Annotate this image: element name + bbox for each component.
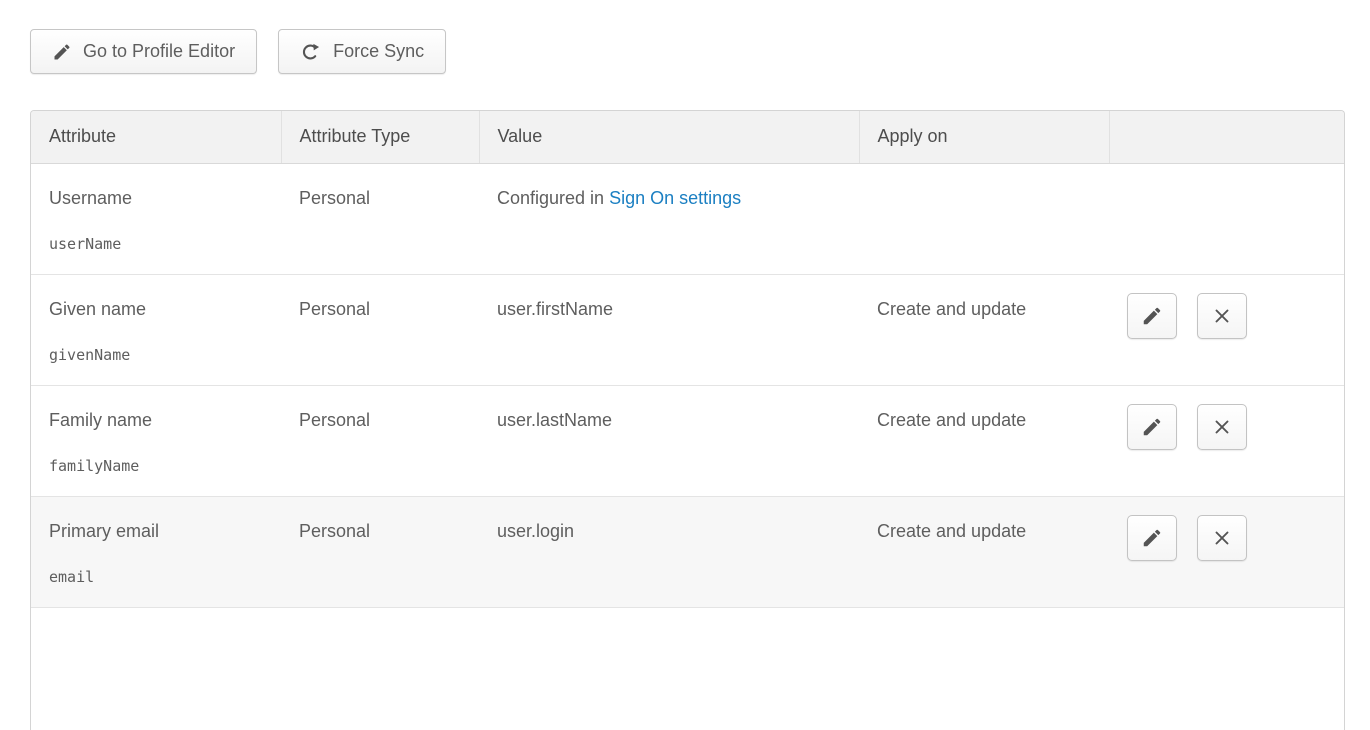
attribute-label: Family name <box>49 410 269 431</box>
table-row-username: Username userName Personal Configured in… <box>31 163 1345 274</box>
go-to-profile-editor-label: Go to Profile Editor <box>83 41 235 62</box>
x-icon <box>1211 527 1233 549</box>
apply-on-cell: Create and update <box>859 385 1109 496</box>
attribute-variable: userName <box>49 235 269 253</box>
attribute-mapping-table: Attribute Attribute Type Value Apply on … <box>30 110 1345 730</box>
apply-on-cell: Create and update <box>859 496 1109 607</box>
attribute-variable: givenName <box>49 346 269 364</box>
attribute-variable: familyName <box>49 457 269 475</box>
apply-on-cell: Create and update <box>859 274 1109 385</box>
attribute-type-cell: Personal <box>281 496 479 607</box>
table-row-given-name: Given name givenName Personal user.first… <box>31 274 1345 385</box>
column-header-attribute: Attribute <box>31 111 281 163</box>
edit-mapping-button[interactable] <box>1127 515 1177 561</box>
attribute-variable: email <box>49 568 269 586</box>
table-row-family-name: Family name familyName Personal user.las… <box>31 385 1345 496</box>
column-header-attribute-type: Attribute Type <box>281 111 479 163</box>
edit-mapping-button[interactable] <box>1127 293 1177 339</box>
x-icon <box>1211 305 1233 327</box>
column-header-apply-on: Apply on <box>859 111 1109 163</box>
attribute-label: Primary email <box>49 521 269 542</box>
x-icon <box>1211 416 1233 438</box>
pencil-icon <box>1141 305 1163 327</box>
column-header-actions <box>1109 111 1345 163</box>
go-to-profile-editor-button[interactable]: Go to Profile Editor <box>30 29 257 74</box>
force-sync-label: Force Sync <box>333 41 424 62</box>
delete-mapping-button[interactable] <box>1197 293 1247 339</box>
table-header-row: Attribute Attribute Type Value Apply on <box>31 111 1345 163</box>
attribute-type-cell: Personal <box>281 274 479 385</box>
value-cell: user.login <box>479 496 859 607</box>
pencil-icon <box>1141 527 1163 549</box>
force-sync-button[interactable]: Force Sync <box>278 29 446 74</box>
value-cell: Configured in Sign On settings <box>479 163 859 274</box>
refresh-icon <box>300 41 322 63</box>
edit-mapping-button[interactable] <box>1127 404 1177 450</box>
table-row-partial <box>31 607 1345 707</box>
attribute-type-cell: Personal <box>281 163 479 274</box>
delete-mapping-button[interactable] <box>1197 515 1247 561</box>
table-row-primary-email: Primary email email Personal user.login … <box>31 496 1345 607</box>
value-cell: user.lastName <box>479 385 859 496</box>
attribute-type-cell: Personal <box>281 385 479 496</box>
attribute-label: Username <box>49 188 269 209</box>
value-cell: user.firstName <box>479 274 859 385</box>
column-header-value: Value <box>479 111 859 163</box>
apply-on-cell <box>859 163 1109 274</box>
value-prefix: Configured in <box>497 188 609 208</box>
delete-mapping-button[interactable] <box>1197 404 1247 450</box>
sign-on-settings-link[interactable]: Sign On settings <box>609 188 741 208</box>
toolbar: Go to Profile Editor Force Sync <box>30 29 446 74</box>
pencil-icon <box>1141 416 1163 438</box>
pencil-icon <box>52 42 72 62</box>
attribute-label: Given name <box>49 299 269 320</box>
